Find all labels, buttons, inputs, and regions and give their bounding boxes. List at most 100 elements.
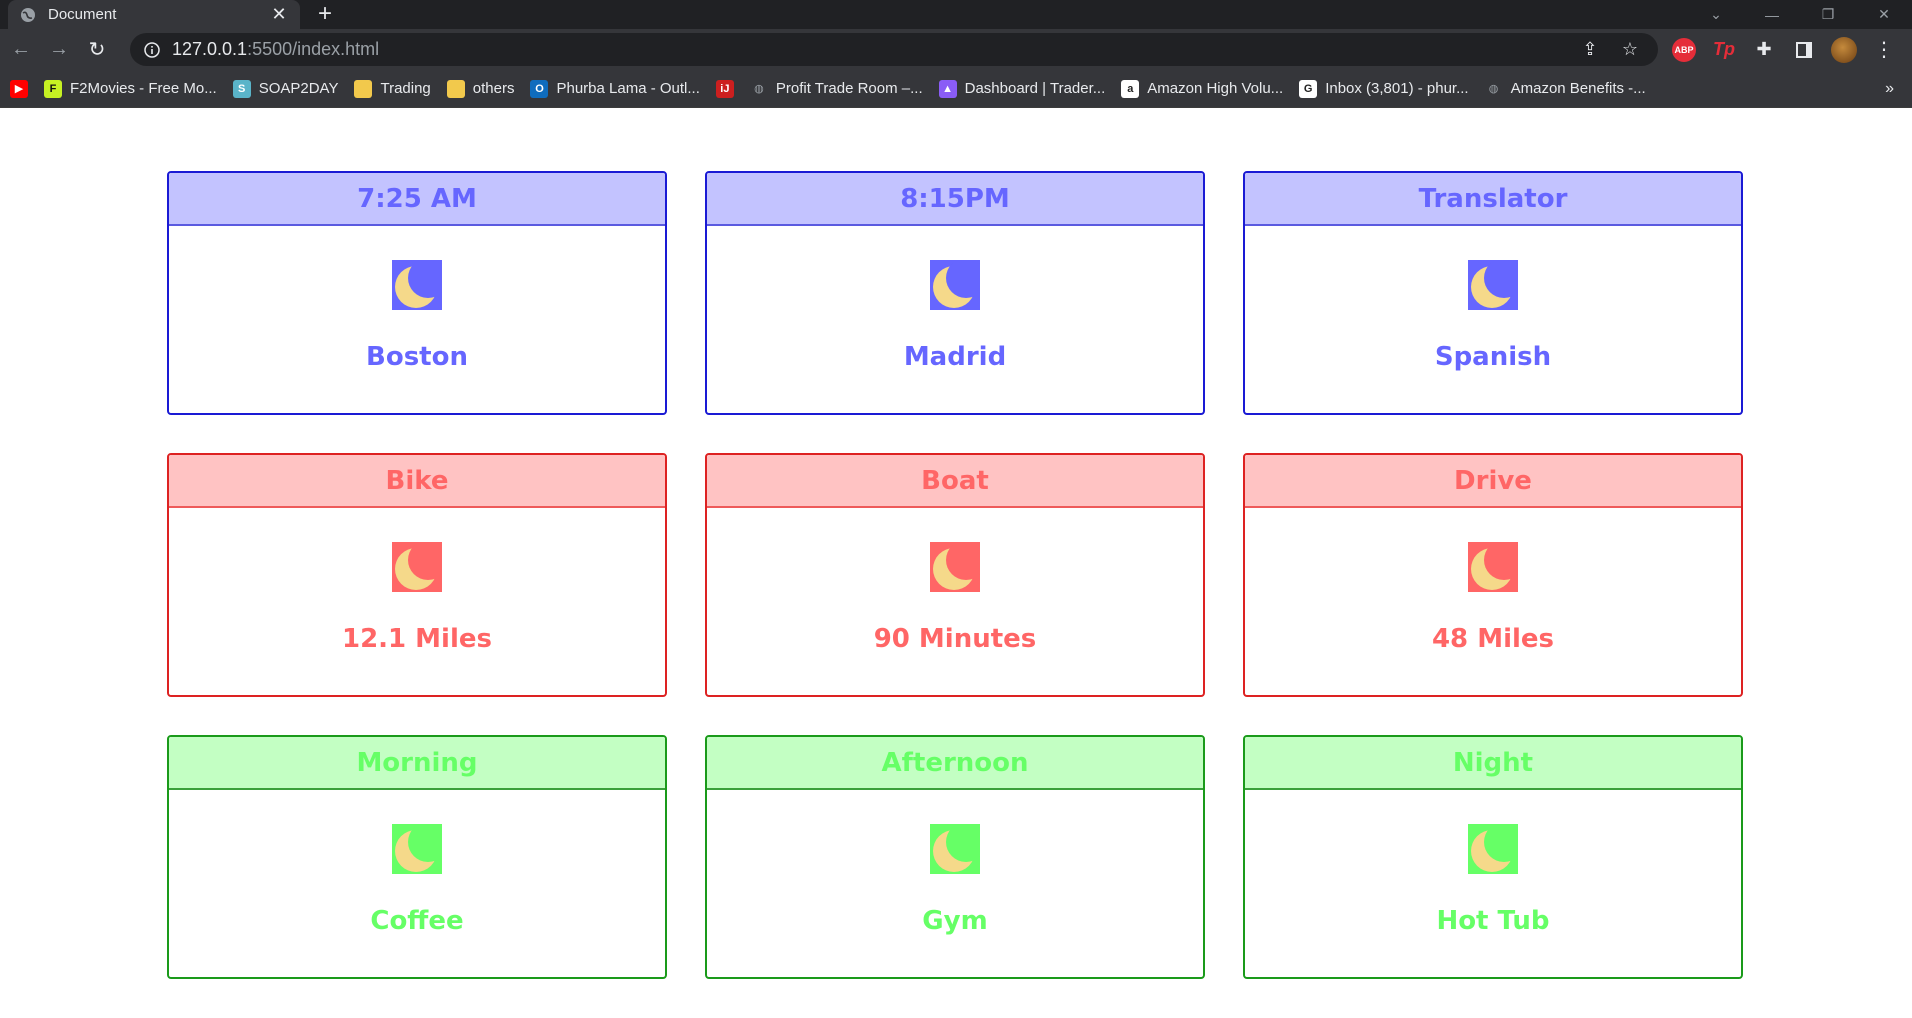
card-body: Spanish [1245,226,1741,372]
globe-icon [21,7,35,22]
card-value: Hot Tub [1436,906,1550,936]
adblock-label: ABP [1672,37,1696,62]
moon-icon [930,542,980,592]
moon-icon [392,260,442,310]
bookmark-label: Amazon High Volu... [1147,80,1284,97]
youtube-icon: ▶ [10,79,28,98]
bookmark-item[interactable]: O Phurba Lama - Outl... [530,79,700,98]
forward-icon[interactable]: → [40,38,78,61]
card-wrapper: Bike 12.1 Miles [167,453,667,697]
more-bookmarks-icon[interactable]: » [1885,80,1894,98]
outlook-icon: O [530,79,549,98]
bookmark-label: Amazon Benefits -... [1510,80,1646,97]
amazon-icon: a [1121,79,1140,98]
card-header: 7:25 AM [169,173,665,226]
url-text: 127.0.0.1:5500/index.html [172,39,379,60]
moon-icon [392,542,442,592]
back-icon[interactable]: ← [2,38,40,61]
tab-search-icon[interactable]: ⌄ [1688,6,1744,23]
restore-icon[interactable]: ❐ [1800,6,1856,23]
moon-icon [392,824,442,874]
bookmark-item[interactable]: iJ [715,79,734,98]
card-value: Coffee [370,906,464,936]
card-header: Boat [707,455,1203,508]
card-grid: 7:25 AM Boston 8:15PM Madrid Translator Spani… [167,171,1743,979]
card-header: Translator [1245,173,1741,226]
bookmark-star-icon[interactable]: ☆ [1610,39,1650,60]
moon-icon [1468,824,1518,874]
red-bookmark-icon: iJ [715,79,734,98]
tab-document[interactable]: Document ✕ [8,0,300,29]
card-value: Gym [922,906,988,936]
card-value: 12.1 Miles [341,624,492,654]
reload-icon[interactable]: ↻ [78,37,116,62]
folder-icon [354,79,373,98]
card-value: 90 Minutes [873,624,1037,654]
profile-avatar[interactable] [1824,33,1864,66]
info-card: Drive 48 Miles [1243,453,1743,697]
moon-icon [930,260,980,310]
info-card: 8:15PM Madrid [705,171,1205,415]
browser-menu-icon[interactable]: ⋮ [1864,33,1904,66]
info-card: Translator Spanish [1243,171,1743,415]
browser-toolbar: ← → ↻ 127.0.0.1:5500/index.html ⇪ ☆ ABP T… [0,29,1912,70]
close-tab-icon[interactable]: ✕ [270,4,288,25]
bookmark-label: Phurba Lama - Outl... [556,80,700,97]
site-info-icon[interactable] [144,41,160,58]
card-wrapper: Morning Coffee [167,735,667,979]
trader-icon: ▲ [938,79,957,98]
card-body: 12.1 Miles [169,508,665,654]
card-value: Boston [366,342,468,372]
card-header: 8:15PM [707,173,1203,226]
close-window-icon[interactable]: ✕ [1856,6,1912,23]
card-wrapper: Drive 48 Miles [1243,453,1743,697]
bookmark-item[interactable]: G Inbox (3,801) - phur... [1299,79,1469,98]
bookmark-item[interactable]: Trading [354,79,431,98]
info-card: Boat 90 Minutes [705,453,1205,697]
url-path: :5500/index.html [247,39,380,59]
extensions-area: ABP Tp ✚ ⋮ [1664,33,1904,66]
bookmark-item[interactable]: a Amazon High Volu... [1121,79,1284,98]
globe-icon: ◍ [754,83,764,95]
bookmarks-bar: ▶ F F2Movies - Free Mo... S SOAP2DAY Trading o… [0,70,1912,108]
card-body: Gym [707,790,1203,936]
share-icon[interactable]: ⇪ [1570,39,1610,60]
bookmark-label: Profit Trade Room –... [775,80,923,97]
moon-icon [930,824,980,874]
card-header: Morning [169,737,665,790]
card-header: Bike [169,455,665,508]
moon-icon [1468,260,1518,310]
folder-icon [446,79,465,98]
card-wrapper: Afternoon Gym [705,735,1205,979]
card-body: Madrid [707,226,1203,372]
bookmark-label: F2Movies - Free Mo... [70,80,217,97]
card-value: 48 Miles [1431,624,1555,654]
card-body: 48 Miles [1245,508,1741,654]
bookmark-item[interactable]: ◍ Profit Trade Room –... [750,80,923,98]
soap2day-icon: S [232,79,251,98]
card-body: Hot Tub [1245,790,1741,936]
card-value: Spanish [1434,342,1552,372]
extensions-puzzle-icon[interactable]: ✚ [1744,33,1784,66]
bookmark-item[interactable]: ◍ Amazon Benefits -... [1485,80,1646,98]
bookmark-item[interactable]: others [446,79,514,98]
tp-extension-icon[interactable]: Tp [1704,33,1744,66]
bookmark-label: Inbox (3,801) - phur... [1325,80,1469,97]
url-host: 127.0.0.1 [172,39,248,59]
card-header: Afternoon [707,737,1203,790]
info-card: 7:25 AM Boston [167,171,667,415]
card-wrapper: 7:25 AM Boston [167,171,667,415]
bookmark-item[interactable]: ▶ [10,79,28,98]
new-tab-button[interactable]: + [318,2,332,26]
page-content: 7:25 AM Boston 8:15PM Madrid Translator Spani… [0,108,1912,1018]
info-card: Afternoon Gym [705,735,1205,979]
adblock-extension-icon[interactable]: ABP [1664,33,1704,66]
bookmark-item[interactable]: ▲ Dashboard | Trader... [938,79,1105,98]
bookmark-label: Trading [380,80,431,97]
minimize-icon[interactable]: — [1744,7,1800,23]
bookmark-item[interactable]: F F2Movies - Free Mo... [44,79,217,98]
card-header: Drive [1245,455,1741,508]
side-panel-icon[interactable] [1784,33,1824,66]
address-bar[interactable]: 127.0.0.1:5500/index.html ⇪ ☆ [130,33,1658,66]
bookmark-item[interactable]: S SOAP2DAY [232,79,338,98]
